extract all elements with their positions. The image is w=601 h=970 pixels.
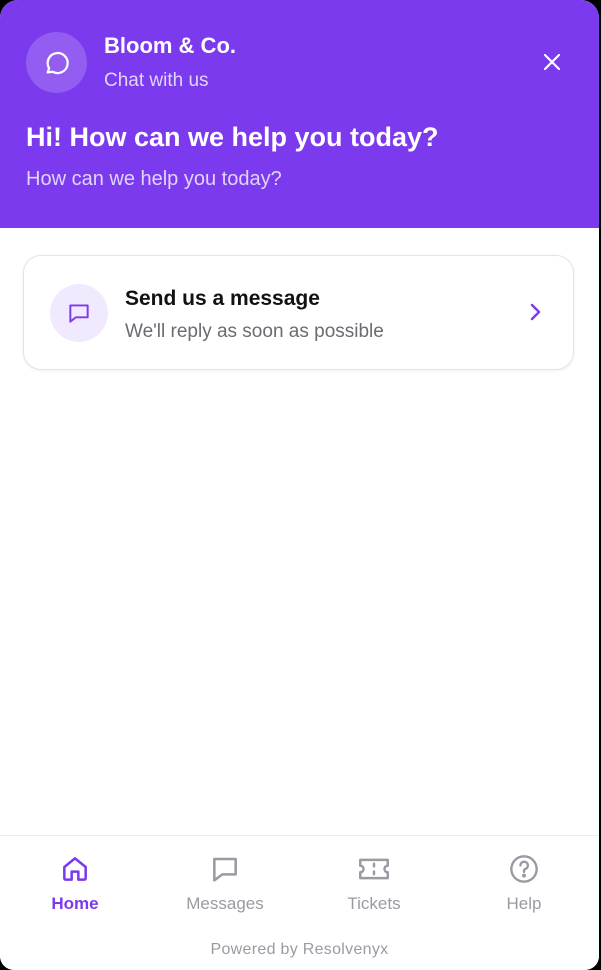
nav-item-home[interactable]: Home — [10, 852, 140, 918]
nav-label-messages: Messages — [186, 894, 264, 913]
close-button[interactable] — [536, 46, 568, 78]
brand-subtitle: Chat with us — [104, 70, 209, 91]
chat-bubble-icon — [208, 852, 242, 886]
close-icon — [543, 53, 561, 71]
message-square-icon — [69, 304, 89, 323]
card-subtitle: We'll reply as soon as possible — [125, 321, 384, 342]
card-title: Send us a message — [125, 287, 320, 310]
greeting-subtitle: How can we help you today? — [26, 168, 282, 190]
nav-item-tickets[interactable]: Tickets — [309, 852, 439, 918]
ticket-icon — [357, 852, 391, 886]
widget-header: Bloom & Co. Chat with us Hi! How can we … — [0, 0, 599, 228]
chat-widget: Bloom & Co. Chat with us Hi! How can we … — [0, 0, 599, 970]
send-message-card[interactable]: Send us a message We'll reply as soon as… — [23, 255, 574, 370]
question-circle-icon — [507, 852, 541, 886]
powered-by-text: Powered by Resolvenyx — [210, 941, 389, 958]
nav-label-tickets: Tickets — [347, 894, 401, 913]
chevron-right-icon — [523, 300, 547, 324]
home-icon — [58, 852, 92, 886]
nav-label-help: Help — [506, 894, 542, 913]
nav-item-messages[interactable]: Messages — [160, 852, 290, 918]
brand-name: Bloom & Co. — [104, 33, 236, 58]
chat-bubble-icon — [46, 51, 69, 74]
bottom-navigation: Home Messages Tickets Help Powered by Re… — [0, 835, 599, 970]
nav-label-home: Home — [51, 894, 99, 913]
greeting-title: Hi! How can we help you today? — [26, 122, 439, 152]
brand-avatar — [26, 32, 87, 93]
card-icon-circle — [50, 284, 108, 342]
nav-item-help[interactable]: Help — [459, 852, 589, 918]
